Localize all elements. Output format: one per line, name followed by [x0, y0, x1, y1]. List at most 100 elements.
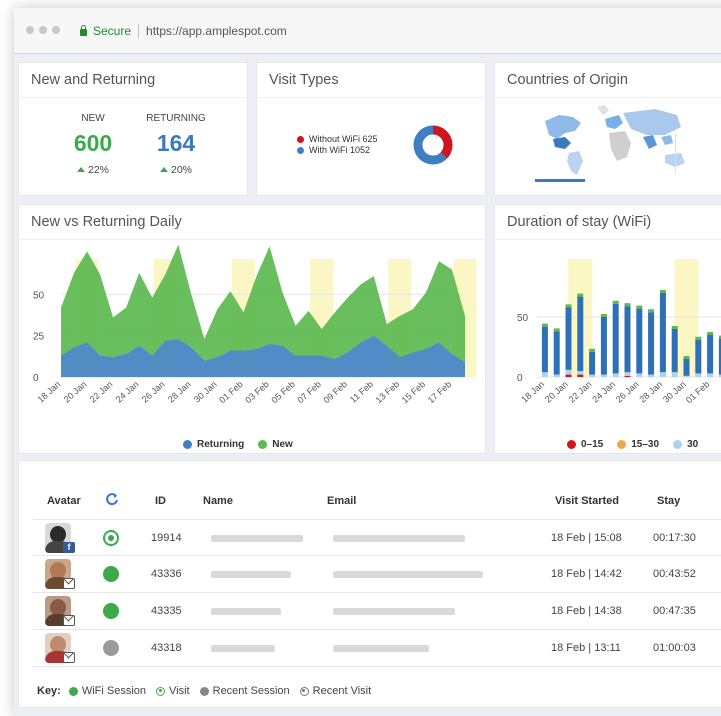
legend-label: 0–15 [581, 439, 604, 450]
header-name[interactable]: Name [203, 495, 233, 507]
legend-new[interactable]: New [258, 439, 293, 450]
bar-segment [683, 375, 690, 377]
daily-card: New vs Returning Daily 0 25 50 18 Jan 20 Jan… [18, 204, 486, 454]
legend-15-30[interactable]: 15–30 [617, 439, 659, 450]
legend-label: Without WiFi 625 [309, 134, 378, 144]
bar-cap [659, 290, 666, 293]
key-recent-session: Recent Session [212, 685, 290, 697]
returning-label: RETURNING [146, 113, 206, 124]
bar-cap [553, 328, 560, 332]
legend-returning[interactable]: Returning [183, 439, 244, 450]
card-title: Visit Types [269, 72, 339, 88]
x-tick-label: 22 Jan [567, 379, 594, 405]
name-redacted [211, 571, 291, 578]
x-tick-label: 20 Jan [543, 379, 570, 405]
row-visit-started: 18 Feb | 14:42 [551, 568, 622, 580]
wifi-session-dot-icon [68, 686, 78, 696]
red-dot-icon [567, 440, 576, 449]
card-title: New and Returning [31, 72, 156, 88]
row-stay: 00:17:30 [653, 532, 696, 544]
visit-types-card: Visit Types Without WiFi 625 With WiFi 1… [256, 62, 486, 196]
legend-label: New [272, 439, 293, 450]
bar-segment [671, 329, 678, 373]
recent-session-status-icon [103, 640, 119, 656]
x-tick-label: 26 Jan [140, 379, 167, 405]
bar-segment [577, 371, 584, 375]
row-id: 19914 [151, 532, 182, 544]
row-id: 43318 [151, 642, 182, 654]
x-tick-label: 18 Jan [36, 379, 63, 405]
card-title: New vs Returning Daily [31, 214, 182, 230]
legend-0-15[interactable]: 0–15 [567, 439, 603, 450]
close-dot-icon[interactable] [26, 26, 34, 34]
new-value: 600 [73, 130, 113, 156]
arrow-up-icon [76, 167, 85, 172]
email-redacted [333, 535, 465, 542]
x-tick-label: 30 Jan [192, 379, 219, 405]
header-email[interactable]: Email [327, 495, 356, 507]
header-stay[interactable]: Stay [657, 495, 680, 507]
secure-label: Secure [93, 24, 132, 38]
card-title: Duration of stay (WiFi) [507, 214, 652, 230]
table-row[interactable]: 43336 18 Feb | 14:42 00:43:52 [33, 556, 721, 593]
header-visit-started[interactable]: Visit Started [555, 495, 619, 507]
row-stay: 00:43:52 [653, 568, 696, 580]
x-tick-label: 09 Feb [322, 379, 350, 405]
minimize-dot-icon[interactable] [39, 26, 47, 34]
new-change: 22% [53, 164, 133, 176]
bar-segment [624, 375, 631, 377]
legend-label: Returning [197, 439, 245, 450]
browser-bar: Secure https://app.amplespot.com [14, 8, 721, 54]
bar-segment [565, 374, 572, 377]
bar-cap [577, 293, 584, 297]
x-tick-label: 22 Jan [88, 379, 115, 405]
table-row[interactable]: 43318 18 Feb | 13:11 01:00:03 [33, 630, 721, 667]
world-map[interactable] [535, 103, 695, 183]
x-tick-label: 30 Jan [661, 379, 688, 405]
blue-dot-icon [183, 440, 192, 449]
x-tick-label: 28 Jan [637, 379, 664, 405]
x-tick-label: 01 Feb [217, 379, 245, 405]
row-id: 43336 [151, 568, 182, 580]
refresh-icon[interactable] [105, 492, 119, 506]
name-redacted [211, 645, 275, 652]
window-controls[interactable] [26, 26, 60, 34]
wifi-session-status-icon [103, 603, 119, 619]
maximize-dot-icon[interactable] [52, 26, 60, 34]
bar-cap [541, 323, 548, 327]
url-text[interactable]: https://app.amplespot.com [146, 24, 287, 38]
donut-slice-without-wifi [432, 125, 453, 159]
table-row[interactable]: f 19914 18 Feb | 15:08 00:17:30 [33, 519, 721, 556]
daily-legend: Returning New [183, 439, 293, 450]
visit-status-icon [103, 530, 119, 546]
bar-segment [648, 312, 655, 375]
x-tick-label: 07 Feb [295, 379, 323, 405]
legend-30[interactable]: 30 [673, 439, 698, 450]
lock-icon [80, 24, 87, 36]
address-divider [138, 24, 140, 38]
bar-cap [683, 356, 690, 359]
status-key: Key: WiFi Session Visit Recent Session R… [37, 685, 377, 697]
returning-value: 164 [156, 130, 196, 156]
x-tick-label: 28 Jan [166, 379, 193, 405]
header-refresh[interactable] [105, 492, 119, 509]
y-tick-label: 0 [33, 373, 39, 384]
bar-segment [600, 317, 607, 375]
bar-segment [589, 374, 596, 377]
table-row[interactable]: 43335 18 Feb | 14:38 00:47:35 [33, 593, 721, 630]
facebook-icon: f [63, 542, 75, 553]
address-bar[interactable]: Secure https://app.amplespot.com [80, 20, 287, 42]
divider [257, 97, 485, 98]
bar-segment [707, 373, 714, 377]
legend-without-wifi: Without WiFi 625 [297, 134, 378, 144]
arrow-up-icon [159, 167, 168, 172]
header-id[interactable]: ID [155, 495, 166, 507]
mail-icon [63, 615, 75, 626]
returning-stat: RETURNING 164 20% [136, 113, 216, 176]
bar-segment [671, 372, 678, 377]
bar-segment [624, 306, 631, 373]
bar-segment [600, 374, 607, 377]
header-avatar[interactable]: Avatar [47, 495, 81, 507]
countries-card: Countries of Origin [494, 62, 721, 196]
y-tick-label: 25 [33, 332, 45, 343]
